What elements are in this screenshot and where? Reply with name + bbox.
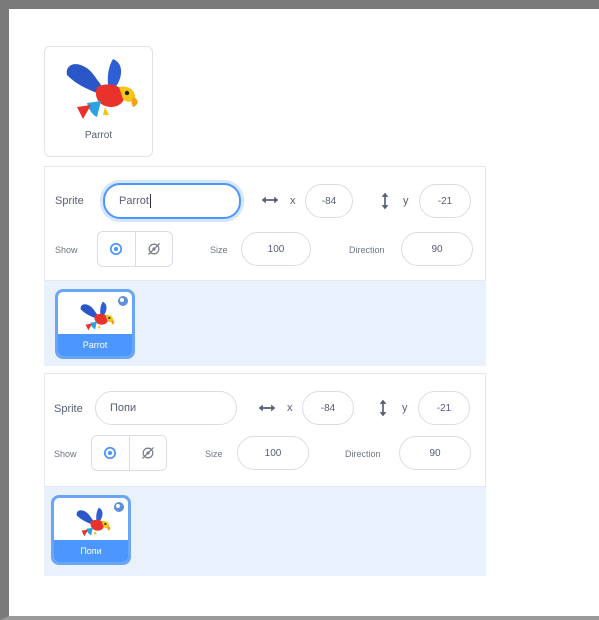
show-eye-icon bbox=[108, 241, 124, 257]
sprite-thumbnail-card[interactable]: Parrot bbox=[44, 46, 153, 157]
x-position-input[interactable]: -84 bbox=[305, 184, 353, 218]
x-position-input[interactable]: -84 bbox=[302, 391, 354, 425]
hide-button[interactable] bbox=[134, 232, 173, 266]
y-label: y bbox=[403, 195, 409, 207]
direction-input[interactable]: 90 bbox=[401, 232, 473, 266]
delete-sprite-icon[interactable] bbox=[116, 294, 130, 308]
thumbnail-sprite-name: Parrot bbox=[84, 130, 113, 141]
parrot-sprite-image bbox=[57, 57, 141, 125]
sprite-name-input[interactable]: Попи bbox=[95, 391, 237, 425]
parrot-sprite-image bbox=[72, 506, 112, 540]
direction-input[interactable]: 90 bbox=[399, 436, 471, 470]
sprite-list-1: Parrot bbox=[44, 281, 486, 366]
size-input[interactable]: 100 bbox=[237, 436, 309, 470]
y-position-input[interactable]: -21 bbox=[419, 184, 471, 218]
direction-label: Direction bbox=[345, 449, 381, 459]
sprite-name-label: Sprite bbox=[55, 195, 84, 207]
parrot-sprite-image bbox=[76, 300, 116, 334]
sprite-list-2: Попи bbox=[44, 487, 486, 576]
x-position-arrows-icon bbox=[257, 403, 277, 413]
hide-eye-icon bbox=[140, 445, 156, 461]
y-label: y bbox=[402, 402, 408, 414]
y-position-input[interactable]: -21 bbox=[418, 391, 470, 425]
sprite-name-value: Parrot bbox=[119, 195, 149, 207]
sprite-info-1: Sprite Parrot x -84 y -21 Show Size 100 … bbox=[44, 166, 486, 281]
hide-eye-icon bbox=[146, 241, 162, 257]
size-label: Size bbox=[205, 449, 223, 459]
show-button[interactable] bbox=[92, 436, 129, 470]
delete-sprite-icon[interactable] bbox=[112, 500, 126, 514]
y-position-arrows-icon bbox=[378, 398, 388, 418]
sprite-tile-selected[interactable]: Попи bbox=[51, 495, 131, 565]
visibility-toggle bbox=[97, 231, 173, 267]
x-label: x bbox=[290, 195, 296, 207]
size-input[interactable]: 100 bbox=[241, 232, 311, 266]
sprite-name-value: Попи bbox=[110, 402, 137, 414]
sprite-name-input[interactable]: Parrot bbox=[103, 183, 241, 219]
y-position-arrows-icon bbox=[380, 191, 390, 211]
sprite-tile-label: Parrot bbox=[58, 334, 132, 356]
sprite-name-label: Sprite bbox=[54, 403, 83, 415]
sprite-pane-2: Sprite Попи x -84 y -21 Show Size 100 Di… bbox=[44, 373, 486, 576]
sprite-tile-label: Попи bbox=[54, 540, 128, 562]
visibility-toggle bbox=[91, 435, 167, 471]
sprite-pane-1: Sprite Parrot x -84 y -21 Show Size 100 … bbox=[44, 166, 486, 366]
x-position-arrows-icon bbox=[260, 195, 280, 205]
show-label: Show bbox=[55, 245, 78, 255]
show-label: Show bbox=[54, 449, 77, 459]
size-label: Size bbox=[210, 245, 228, 255]
show-eye-icon bbox=[102, 445, 118, 461]
text-caret bbox=[149, 194, 151, 208]
sprite-tile-selected[interactable]: Parrot bbox=[55, 289, 135, 359]
direction-label: Direction bbox=[349, 245, 385, 255]
hide-button[interactable] bbox=[128, 436, 167, 470]
x-label: x bbox=[287, 402, 293, 414]
sprite-info-2: Sprite Попи x -84 y -21 Show Size 100 Di… bbox=[44, 373, 486, 487]
show-button[interactable] bbox=[98, 232, 135, 266]
